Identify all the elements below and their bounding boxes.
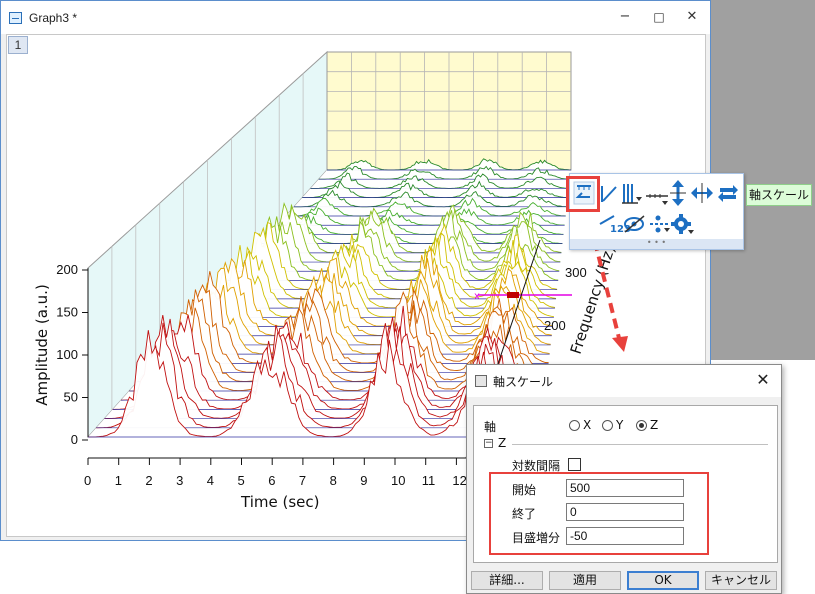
expand-horizontal-icon[interactable] bbox=[691, 183, 713, 203]
x-tick-label: 2 bbox=[145, 473, 152, 488]
z-axis-title: Frequency (Hz) bbox=[567, 243, 619, 356]
x-tick-label: 1 bbox=[115, 473, 122, 488]
section-separator bbox=[512, 444, 768, 445]
y-tick-label: 150 bbox=[56, 305, 78, 320]
x-tick-label: 3 bbox=[176, 473, 183, 488]
y-axis-title: Amplitude (a.u.) bbox=[33, 284, 51, 406]
axis-label: 軸 bbox=[484, 420, 497, 434]
y-axis-ticks: 0 50 100 150 200 bbox=[56, 262, 88, 447]
collapse-section-icon[interactable]: − bbox=[484, 439, 493, 448]
log-scale-checkbox[interactable] bbox=[568, 458, 581, 471]
ok-button[interactable]: OK bbox=[627, 571, 699, 590]
x-tick-label: 7 bbox=[299, 473, 306, 488]
marker-x-icon: x bbox=[474, 291, 480, 302]
x-axis-title: Time (sec) bbox=[240, 493, 319, 511]
section-z-label: Z bbox=[498, 436, 507, 450]
z-tick-label-300: 300 bbox=[565, 265, 587, 280]
y-tick-label: 50 bbox=[64, 390, 78, 405]
marker-handle[interactable] bbox=[507, 292, 519, 298]
x-tick-label: 9 bbox=[360, 473, 367, 488]
axis-scale-tooltip: 軸スケール bbox=[746, 184, 812, 206]
x-tick-label: 5 bbox=[238, 473, 245, 488]
rescale-icon[interactable] bbox=[601, 186, 617, 202]
dialog-title: 軸スケール bbox=[493, 375, 554, 389]
cancel-button[interactable]: キャンセル bbox=[705, 571, 777, 590]
z-tick-label-200: 200 bbox=[544, 318, 566, 333]
expand-vertical-icon[interactable] bbox=[670, 180, 686, 206]
tick-direction-icon[interactable] bbox=[622, 184, 642, 204]
axis-break-icon[interactable] bbox=[646, 194, 668, 205]
dialog-close-button[interactable]: ✕ bbox=[753, 370, 773, 389]
detail-button[interactable]: 詳細... bbox=[471, 571, 543, 590]
x-tick-label: 11 bbox=[422, 473, 436, 488]
x-tick-label: 0 bbox=[84, 473, 91, 488]
x-tick-label: 6 bbox=[268, 473, 275, 488]
highlight-axis-scale bbox=[566, 176, 600, 212]
y-tick-label: 0 bbox=[71, 432, 78, 447]
radio-y-label: Y bbox=[616, 418, 624, 432]
x-tick-label: 4 bbox=[207, 473, 214, 488]
y-tick-label: 100 bbox=[56, 347, 78, 362]
radio-z-label: Z bbox=[650, 418, 659, 432]
callout-arrow-head bbox=[612, 336, 628, 352]
radio-y[interactable] bbox=[602, 420, 613, 431]
swap-axes-icon[interactable] bbox=[718, 185, 738, 202]
radio-x-label: X bbox=[583, 418, 592, 432]
radio-z[interactable] bbox=[636, 420, 647, 431]
y-tick-label: 200 bbox=[56, 262, 78, 277]
grid-lines-icon[interactable] bbox=[650, 215, 670, 233]
x-tick-label: 12 bbox=[452, 473, 466, 488]
axis-settings-icon[interactable] bbox=[671, 214, 694, 234]
radio-x[interactable] bbox=[569, 420, 580, 431]
x-tick-label: 8 bbox=[330, 473, 337, 488]
dialog-icon bbox=[475, 375, 487, 387]
apply-button[interactable]: 適用 bbox=[549, 571, 621, 590]
highlight-scale-fields bbox=[489, 472, 709, 555]
more-toolbar-button[interactable]: • • • bbox=[570, 239, 743, 249]
x-tick-label: 10 bbox=[391, 473, 405, 488]
dialog-titlebar[interactable]: 軸スケール ✕ bbox=[467, 365, 781, 397]
x-axis-ticks: 0 1 2 3 4 5 6 7 8 9 10 11 12 bbox=[84, 458, 467, 488]
